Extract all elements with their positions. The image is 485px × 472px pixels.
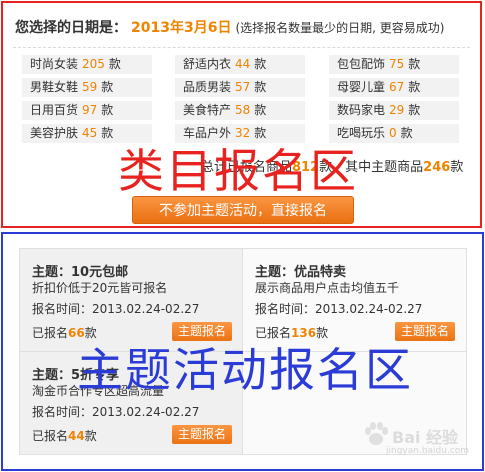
theme-title: 主题：10元包邮 bbox=[32, 265, 129, 280]
category-count: 57 bbox=[235, 80, 251, 94]
category-unit: 款 bbox=[101, 126, 114, 140]
category-unit: 款 bbox=[408, 80, 421, 94]
category-count: 44 bbox=[235, 57, 251, 71]
paw-logo-icon bbox=[365, 422, 388, 445]
theme-signup-time: 报名时间：2013.02.24-02.27 bbox=[32, 403, 199, 420]
category-count: 32 bbox=[235, 126, 251, 140]
category-item[interactable]: 品质男装 57 款 bbox=[175, 78, 305, 97]
category-count: 59 bbox=[82, 80, 98, 94]
signed-number: 66 bbox=[68, 326, 85, 340]
category-unit: 款 bbox=[400, 126, 413, 140]
category-name: 车品户外 bbox=[183, 126, 232, 140]
theme-count: 246 bbox=[423, 160, 451, 175]
watermark-url: jingyan.baidu.com bbox=[386, 446, 470, 456]
category-name: 男鞋女鞋 bbox=[30, 80, 79, 94]
category-item[interactable]: 数码家电 29 款 bbox=[329, 101, 459, 120]
theme-signed-count: 已报名136款 bbox=[255, 324, 328, 341]
time-range: 2013.02.24-02.27 bbox=[92, 405, 200, 419]
theme-signed-count: 已报名44款 bbox=[32, 427, 97, 444]
time-label: 报名时间： bbox=[255, 302, 316, 316]
signed-unit: 款 bbox=[84, 429, 97, 443]
watermark-text: Bai 经验 bbox=[392, 428, 459, 447]
category-item[interactable]: 时尚女装 205 款 bbox=[22, 55, 152, 74]
theme-signup-time: 报名时间：2013.02.24-02.27 bbox=[255, 300, 422, 317]
date-hint: (选择报名数量最少的日期, 更容易成功) bbox=[235, 21, 445, 35]
theme-signup-button[interactable]: 主题报名 bbox=[395, 322, 455, 341]
category-unit: 款 bbox=[254, 80, 267, 94]
theme-signup-button[interactable]: 主题报名 bbox=[172, 322, 232, 341]
time-label: 报名时间： bbox=[32, 302, 93, 316]
signed-unit: 款 bbox=[84, 326, 97, 340]
category-item[interactable]: 男鞋女鞋 59 款 bbox=[22, 78, 152, 97]
totals-suffix: 款 bbox=[450, 160, 464, 175]
theme-signup-button[interactable]: 主题报名 bbox=[172, 425, 232, 444]
category-name: 母婴儿童 bbox=[337, 80, 386, 94]
time-range: 2013.02.24-02.27 bbox=[315, 302, 423, 316]
category-name: 舒适内衣 bbox=[183, 57, 232, 71]
category-name: 时尚女装 bbox=[30, 57, 79, 71]
category-area-annotation: 类目报名区 bbox=[118, 144, 358, 198]
category-count: 58 bbox=[235, 103, 251, 117]
category-item[interactable]: 日用百货 97 款 bbox=[22, 101, 152, 120]
category-unit: 款 bbox=[108, 57, 121, 71]
theme-card: 主题：10元包邮 折扣价低于20元皆可报名 报名时间：2013.02.24-02… bbox=[20, 249, 242, 351]
category-count: 75 bbox=[389, 57, 405, 71]
category-item[interactable]: 包包配饰 75 款 bbox=[329, 55, 459, 74]
time-label: 报名时间： bbox=[32, 405, 93, 419]
category-name: 吃喝玩乐 bbox=[337, 126, 386, 140]
category-item[interactable]: 美食特产 58 款 bbox=[175, 101, 305, 120]
baidu-jingyan-watermark: Bai 经验 jingyan.baidu.com bbox=[358, 414, 478, 458]
category-count: 97 bbox=[82, 103, 98, 117]
theme-card: 主题：优品特卖 展示商品用户点击均值五千 报名时间：2013.02.24-02.… bbox=[243, 249, 465, 351]
category-count: 45 bbox=[82, 126, 98, 140]
category-unit: 款 bbox=[254, 57, 267, 71]
signed-number: 136 bbox=[291, 326, 317, 340]
theme-title: 主题：优品特卖 bbox=[255, 265, 347, 280]
divider bbox=[13, 47, 470, 48]
category-unit: 款 bbox=[408, 103, 421, 117]
theme-area-annotation: 主题活动报名区 bbox=[77, 343, 413, 397]
category-name: 数码家电 bbox=[337, 103, 386, 117]
category-unit: 款 bbox=[408, 57, 421, 71]
theme-signup-time: 报名时间：2013.02.24-02.27 bbox=[32, 300, 199, 317]
category-count: 0 bbox=[389, 126, 397, 140]
signed-label: 已报名 bbox=[32, 326, 69, 340]
selected-date-line: 您选择的日期是： 2013年3月6日 (选择报名数量最少的日期, 更容易成功) bbox=[15, 17, 444, 37]
category-name: 品质男装 bbox=[183, 80, 232, 94]
category-count: 205 bbox=[82, 57, 105, 71]
date-label: 您选择的日期是： bbox=[15, 20, 127, 36]
category-name: 包包配饰 bbox=[337, 57, 386, 71]
category-count: 29 bbox=[389, 103, 405, 117]
selected-date[interactable]: 2013年3月6日 bbox=[131, 20, 231, 36]
category-unit: 款 bbox=[254, 103, 267, 117]
time-range: 2013.02.24-02.27 bbox=[92, 302, 200, 316]
category-name: 美食特产 bbox=[183, 103, 232, 117]
signed-label: 已报名 bbox=[32, 429, 69, 443]
category-unit: 款 bbox=[254, 126, 267, 140]
theme-description: 折扣价低于20元皆可报名 bbox=[32, 281, 168, 295]
category-item[interactable]: 母婴儿童 67 款 bbox=[329, 78, 459, 97]
signed-number: 44 bbox=[68, 429, 85, 443]
category-item[interactable]: 舒适内衣 44 款 bbox=[175, 55, 305, 74]
signed-label: 已报名 bbox=[255, 326, 292, 340]
theme-description: 展示商品用户点击均值五千 bbox=[255, 281, 400, 295]
category-unit: 款 bbox=[101, 103, 114, 117]
signed-unit: 款 bbox=[316, 326, 329, 340]
category-unit: 款 bbox=[101, 80, 114, 94]
theme-signed-count: 已报名66款 bbox=[32, 324, 97, 341]
category-name: 日用百货 bbox=[30, 103, 79, 117]
category-count: 67 bbox=[389, 80, 405, 94]
category-name: 美容护肤 bbox=[30, 126, 79, 140]
